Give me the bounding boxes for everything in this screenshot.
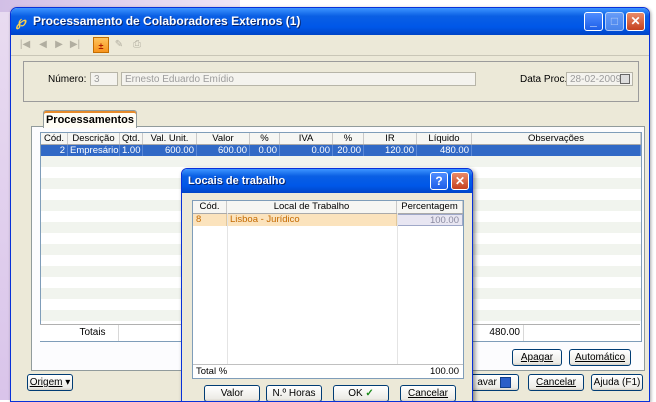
ok-label: OK — [348, 388, 363, 399]
data-proc-value: 28-02-2009 — [570, 74, 622, 85]
cell-qtd: 1.00 — [120, 145, 143, 156]
col-header[interactable]: % — [250, 133, 280, 144]
print-icon[interactable]: ⎙ — [129, 37, 145, 53]
checkmark-icon: ✓ — [365, 388, 374, 399]
totals-liquido: 480.00 — [469, 325, 524, 341]
valor-label: Valor — [220, 388, 244, 399]
dialog-cancelar-label: Cancelar — [407, 388, 449, 399]
col-header[interactable]: Percentagem — [397, 201, 463, 213]
total-label: Total % — [196, 366, 228, 377]
dropdown-arrow-icon: ▾ — [65, 377, 71, 388]
gravar-button[interactable]: avar — [469, 374, 519, 391]
app-logo-icon: ℘ — [16, 13, 26, 29]
cell-pct: 0.00 — [250, 145, 280, 156]
col-header[interactable]: Val. Unit. — [143, 133, 197, 144]
cell-valor: 600.00 — [197, 145, 250, 156]
maximize-button[interactable]: □ — [605, 12, 624, 31]
cell-obs — [472, 145, 641, 156]
col-header[interactable]: Local de Trabalho — [227, 201, 397, 213]
numero-field[interactable]: 3 — [90, 72, 118, 86]
origem-button[interactable]: Origem ▾ — [27, 374, 73, 391]
cell-iva: 0.00 — [280, 145, 333, 156]
origem-label: Origem — [29, 377, 63, 388]
save-icon — [499, 376, 511, 388]
col-header[interactable]: Observações — [472, 133, 641, 144]
col-header[interactable]: Líquido — [417, 133, 472, 144]
calendar-icon[interactable] — [620, 74, 630, 84]
ok-button[interactable]: OK ✓ — [333, 385, 389, 401]
col-header[interactable]: Valor — [197, 133, 250, 144]
calculator-icon[interactable]: ± — [93, 37, 109, 53]
ajuda-label: Ajuda (F1) — [593, 377, 641, 388]
automatico-button[interactable]: Automático — [569, 349, 631, 366]
col-header[interactable]: Qtd. — [120, 133, 143, 144]
col-header[interactable]: Cód. — [193, 201, 227, 213]
col-header[interactable]: Descrição — [68, 133, 120, 144]
total-value: 100.00 — [429, 366, 459, 377]
cell-val-unit: 600.00 — [143, 145, 197, 156]
empty-row — [41, 156, 641, 167]
edit-icon[interactable]: ✎ — [111, 37, 127, 53]
cell-cod: 8 — [193, 214, 227, 226]
col-header[interactable]: IR — [364, 133, 417, 144]
dialog-title: Locais de trabalho — [188, 175, 286, 187]
cell-local: Lisboa - Jurídico — [227, 214, 397, 226]
data-proc-label: Data Proc.: — [520, 74, 571, 85]
data-proc-field[interactable]: 28-02-2009 — [566, 72, 633, 86]
dialog-title-bar[interactable]: Locais de trabalho — [182, 169, 472, 193]
automatico-label: Automático — [574, 352, 626, 363]
cell-cod: 2 — [41, 145, 68, 156]
cell-descricao: Empresário — [70, 145, 120, 156]
cell-percentagem[interactable]: 100.00 — [397, 214, 463, 226]
totals-obs — [524, 325, 640, 341]
next-record-icon[interactable]: ▶ — [51, 37, 67, 53]
last-record-icon[interactable]: ▶| — [67, 37, 83, 53]
numero-label: Número: — [48, 74, 87, 85]
dialog-close-button[interactable]: ✕ — [451, 172, 469, 190]
toolbar: |◀ ◀ ▶ ▶| ± ✎ ⎙ — [11, 35, 649, 56]
gravar-label: avar — [477, 377, 497, 388]
horas-button[interactable]: N.º Horas — [266, 385, 322, 401]
tab-processamentos[interactable]: Processamentos — [43, 110, 137, 128]
locais-trabalho-dialog: Locais de trabalho ? ✕ Cód. Local de Tra… — [181, 168, 473, 402]
cell-pct: 20.00 — [333, 145, 364, 156]
dialog-cancelar-button[interactable]: Cancelar — [400, 385, 456, 401]
close-button[interactable]: ✕ — [626, 12, 645, 31]
help-button[interactable]: ? — [430, 172, 448, 190]
col-header[interactable]: % — [333, 133, 364, 144]
apagar-label: Apagar — [520, 352, 554, 363]
column-divider — [397, 213, 398, 364]
name-field[interactable]: Ernesto Eduardo Emídio — [121, 72, 476, 86]
apagar-button[interactable]: Apagar — [512, 349, 562, 366]
first-record-icon[interactable]: |◀ — [17, 37, 33, 53]
totals-label: Totais — [40, 325, 119, 341]
cell-ir: 120.00 — [364, 145, 417, 156]
cancelar-label: Cancelar — [535, 377, 577, 388]
cell-liquido: 480.00 — [417, 145, 472, 156]
minimize-button[interactable]: _ — [584, 12, 603, 31]
col-header[interactable]: Cód. — [41, 133, 68, 144]
valor-button[interactable]: Valor — [204, 385, 260, 401]
grid-header: Cód. Descrição Qtd. Val. Unit. Valor % I… — [41, 133, 641, 145]
cancelar-button[interactable]: Cancelar — [528, 374, 584, 391]
prev-record-icon[interactable]: ◀ — [35, 37, 51, 53]
horas-label: N.º Horas — [272, 388, 316, 399]
window-title: Processamento de Colaboradores Externos … — [33, 14, 301, 28]
col-header[interactable]: IVA — [280, 133, 333, 144]
dialog-grid-header: Cód. Local de Trabalho Percentagem — [193, 201, 463, 214]
table-row[interactable]: 8 Lisboa - Jurídico 100.00 — [193, 214, 463, 226]
ajuda-button[interactable]: Ajuda (F1) — [591, 374, 643, 391]
locais-grid[interactable]: Cód. Local de Trabalho Percentagem 8 Lis… — [192, 200, 464, 379]
table-row[interactable]: 2 Empresário 1.00 600.00 600.00 0.00 0.0… — [41, 145, 641, 156]
record-header-panel: Número: 3 Ernesto Eduardo Emídio Data Pr… — [23, 61, 639, 102]
dialog-total-row: Total % 100.00 — [193, 364, 463, 378]
title-bar[interactable]: ℘ Processamento de Colaboradores Externo… — [11, 8, 649, 35]
column-divider — [227, 213, 228, 364]
